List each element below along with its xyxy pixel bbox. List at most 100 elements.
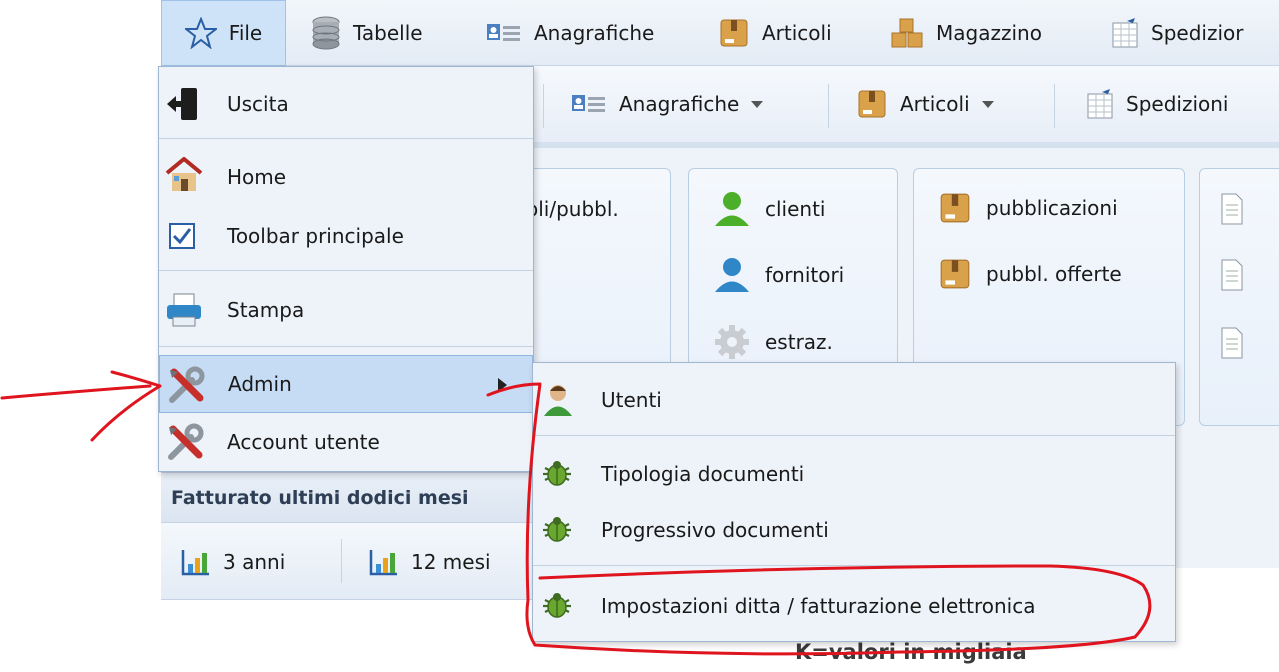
- menu-articoli-label: Articoli: [762, 21, 832, 45]
- menu-item-account-utente[interactable]: Account utente: [159, 413, 533, 471]
- menu-articoli[interactable]: Articoli: [718, 0, 832, 66]
- menu-anagrafiche[interactable]: Anagrafiche: [486, 0, 654, 66]
- panel-fornitori-label: fornitori: [765, 263, 845, 287]
- panel-articoli-label: oli/pubbl.: [526, 197, 619, 221]
- menu-spedizioni[interactable]: Spedizior: [1111, 0, 1243, 66]
- calendar-icon: [1111, 17, 1139, 49]
- box-icon: [938, 257, 972, 291]
- menu-magazzino[interactable]: Magazzino: [890, 0, 1042, 66]
- menu-item-impostazioni-ditta[interactable]: Impostazioni ditta / fatturazione elettr…: [533, 575, 1175, 637]
- toolbar-separator: [828, 84, 829, 128]
- panel-pubbl-offerte-label: pubbl. offerte: [986, 262, 1122, 286]
- panel-pubblicazioni-label: pubblicazioni: [986, 196, 1118, 220]
- menu-item-utenti-label: Utenti: [601, 388, 662, 412]
- menu-anagrafiche-label: Anagrafiche: [534, 21, 655, 45]
- menu-file-label: File: [228, 21, 263, 45]
- boxes-icon: [890, 17, 924, 49]
- menu-item-progressivo-documenti[interactable]: Progressivo documenti: [533, 499, 1175, 561]
- menu-item-home-label: Home: [227, 165, 287, 189]
- contact-card-icon: [571, 92, 607, 116]
- checkbox-icon: [169, 223, 195, 249]
- menu-item-uscita-label: Uscita: [227, 92, 289, 116]
- panel-estraz-link[interactable]: estraz.: [713, 324, 833, 360]
- panel-clienti-label: clienti: [765, 197, 826, 221]
- menu-tabelle[interactable]: Tabelle: [311, 0, 423, 66]
- menu-item-uscita[interactable]: Uscita: [159, 73, 533, 135]
- menu-item-progressivo-documenti-label: Progressivo documenti: [601, 518, 829, 542]
- menu-item-toolbar-principale-label: Toolbar principale: [227, 224, 404, 248]
- menu-separator: [159, 138, 533, 139]
- document-icon[interactable]: [1220, 259, 1244, 296]
- user-icon: [541, 383, 575, 417]
- menu-item-tipologia-documenti[interactable]: Tipologia documenti: [533, 443, 1175, 505]
- menu-file[interactable]: File: [161, 0, 286, 66]
- toolbar-separator: [543, 84, 544, 128]
- panel-documenti: [1199, 168, 1279, 426]
- box-icon: [718, 17, 750, 49]
- menu-item-toolbar-principale[interactable]: Toolbar principale: [159, 207, 533, 265]
- document-icon[interactable]: [1220, 193, 1244, 230]
- box-icon: [856, 88, 888, 120]
- panel-fornitori-link[interactable]: fornitori: [713, 257, 844, 293]
- panel-estraz-label: estraz.: [765, 330, 833, 354]
- menu-item-utenti[interactable]: Utenti: [533, 369, 1175, 431]
- annotation-arrow-head-top: [110, 370, 162, 388]
- contact-card-icon: [486, 21, 522, 45]
- panel-clienti-link[interactable]: clienti: [713, 191, 826, 227]
- menu-item-account-utente-label: Account utente: [227, 430, 380, 454]
- toolbar-separator: [1054, 84, 1055, 128]
- printer-icon: [165, 293, 203, 327]
- menu-item-impostazioni-ditta-label: Impostazioni ditta / fatturazione elettr…: [601, 594, 1036, 618]
- toolbar-articoli-button[interactable]: Articoli: [856, 66, 994, 142]
- fatturato-3anni-label: 3 anni: [223, 550, 286, 574]
- fatturato-3anni-button[interactable]: 3 anni: [181, 523, 285, 601]
- fatturato-12mesi-button[interactable]: 12 mesi: [369, 523, 491, 601]
- bar-chart-icon: [369, 548, 399, 576]
- document-icon[interactable]: [1220, 327, 1244, 364]
- main-menubar: File Tabelle Anagrafiche Articoli Magazz…: [161, 0, 1279, 66]
- database-icon: [311, 16, 341, 50]
- panel-pubbl-offerte-link[interactable]: pubbl. offerte: [938, 257, 1122, 291]
- menu-item-admin[interactable]: Admin: [159, 355, 533, 413]
- calendar-icon: [1086, 88, 1114, 120]
- menu-item-stampa[interactable]: Stampa: [159, 279, 533, 341]
- fatturato-12mesi-label: 12 mesi: [411, 550, 491, 574]
- toolbar-articoli-label: Articoli: [900, 92, 970, 116]
- menu-tabelle-label: Tabelle: [353, 21, 423, 45]
- bug-icon: [541, 458, 573, 490]
- annotation-arrow-shaft: [0, 384, 152, 400]
- menu-separator: [533, 435, 1175, 436]
- fatturato-toolbar: 3 anni 12 mesi: [161, 522, 535, 600]
- annotation-arrow-head-bottom: [90, 384, 162, 442]
- home-icon: [165, 157, 203, 193]
- menu-item-admin-label: Admin: [228, 372, 292, 396]
- tools-icon: [166, 366, 206, 406]
- toolbar-spedizioni-label: Spedizioni: [1126, 92, 1229, 116]
- toolbar-spedizioni-button[interactable]: Spedizioni: [1086, 66, 1228, 142]
- fatturato-header: Fatturato ultimi dodici mesi: [161, 472, 535, 522]
- menu-item-tipologia-documenti-label: Tipologia documenti: [601, 462, 805, 486]
- panel-pubblicazioni-link[interactable]: pubblicazioni: [938, 191, 1118, 225]
- box-icon: [938, 191, 972, 225]
- values-note: K=valori in migliaia: [795, 640, 1027, 664]
- toolbar-anagrafiche-label: Anagrafiche: [619, 92, 740, 116]
- chevron-down-icon: [981, 100, 994, 108]
- menu-separator: [159, 346, 533, 347]
- bug-icon: [541, 514, 573, 546]
- exit-icon: [165, 87, 201, 121]
- menu-item-home[interactable]: Home: [159, 147, 533, 207]
- file-dropdown-menu: Uscita Home Toolbar principale Stampa Ad…: [158, 66, 534, 472]
- bug-icon: [541, 590, 573, 622]
- user-icon: [713, 191, 751, 227]
- star-icon: [184, 17, 217, 49]
- admin-submenu: Utenti Tipologia documenti Progressivo d…: [532, 362, 1176, 642]
- submenu-arrow-icon: [498, 378, 507, 392]
- bar-chart-icon: [181, 548, 211, 576]
- menu-separator: [159, 270, 533, 271]
- menu-magazzino-label: Magazzino: [936, 21, 1042, 45]
- panel-articoli-link[interactable]: oli/pubbl.: [526, 197, 619, 221]
- gear-icon: [713, 324, 751, 360]
- toolbar-anagrafiche-button[interactable]: Anagrafiche: [571, 66, 764, 142]
- menu-separator: [533, 565, 1175, 566]
- user-icon: [713, 257, 751, 293]
